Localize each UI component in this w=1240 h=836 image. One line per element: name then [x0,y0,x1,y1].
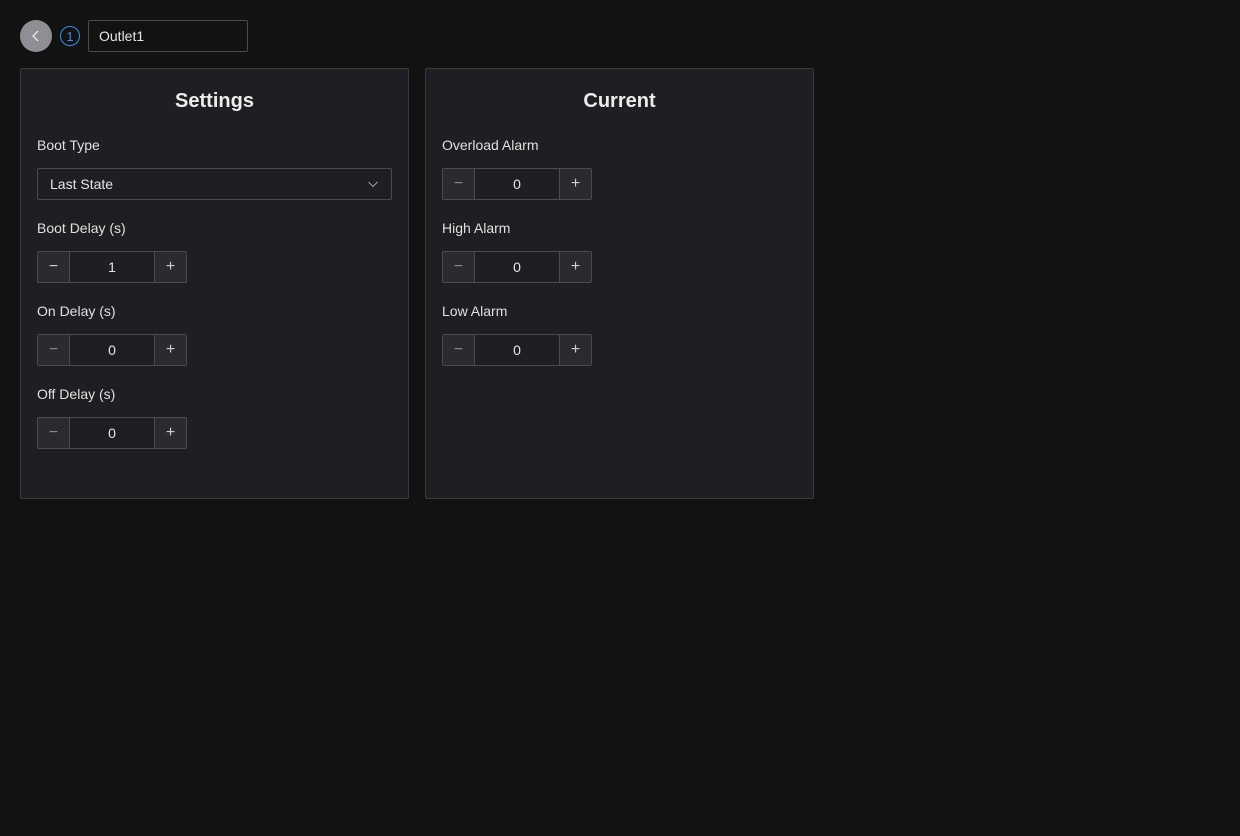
plus-icon: + [570,258,581,275]
overload-alarm-stepper: − 0 + [442,168,592,200]
plus-icon: + [165,258,176,275]
on-delay-stepper: − 0 + [37,334,187,366]
boot-delay-label: Boot Delay (s) [37,220,126,236]
settings-panel: Settings Boot Type Last State Boot Delay… [20,68,409,499]
low-alarm-decrement-button[interactable]: − [443,335,475,365]
outlet-index-badge: 1 [60,26,80,46]
low-alarm-increment-button[interactable]: + [559,335,591,365]
minus-icon: − [453,341,464,358]
plus-icon: + [570,175,581,192]
boot-type-value: Last State [50,176,114,192]
low-alarm-value[interactable]: 0 [475,335,559,365]
minus-icon: − [48,424,59,441]
overload-alarm-value[interactable]: 0 [475,169,559,199]
low-alarm-stepper: − 0 + [442,334,592,366]
on-delay-increment-button[interactable]: + [154,335,186,365]
boot-delay-increment-button[interactable]: + [154,252,186,282]
overload-alarm-decrement-button[interactable]: − [443,169,475,199]
current-title: Current [583,90,656,112]
high-alarm-decrement-button[interactable]: − [443,252,475,282]
plus-icon: + [570,341,581,358]
off-delay-label: Off Delay (s) [37,386,116,402]
off-delay-decrement-button[interactable]: − [38,418,70,448]
plus-icon: + [165,341,176,358]
settings-title: Settings [175,90,254,112]
high-alarm-value[interactable]: 0 [475,252,559,282]
low-alarm-label: Low Alarm [442,303,508,319]
on-delay-decrement-button[interactable]: − [38,335,70,365]
boot-type-select[interactable]: Last State [37,168,392,200]
boot-delay-value[interactable]: 1 [70,252,154,282]
minus-icon: − [48,258,59,275]
boot-type-label: Boot Type [37,137,100,153]
chevron-left-icon [32,30,39,42]
minus-icon: − [453,175,464,192]
off-delay-stepper: − 0 + [37,417,187,449]
boot-delay-decrement-button[interactable]: − [38,252,70,282]
high-alarm-increment-button[interactable]: + [559,252,591,282]
off-delay-value[interactable]: 0 [70,418,154,448]
minus-icon: − [48,341,59,358]
overload-alarm-increment-button[interactable]: + [559,169,591,199]
plus-icon: + [165,424,176,441]
minus-icon: − [453,258,464,275]
high-alarm-stepper: − 0 + [442,251,592,283]
high-alarm-label: High Alarm [442,220,511,236]
on-delay-value[interactable]: 0 [70,335,154,365]
current-panel: Current Overload Alarm − 0 + High Alarm … [425,68,814,499]
topbar: 1 [20,20,248,52]
overload-alarm-label: Overload Alarm [442,137,539,153]
on-delay-label: On Delay (s) [37,303,116,319]
outlet-name-input[interactable] [88,20,248,52]
boot-delay-stepper: − 1 + [37,251,187,283]
off-delay-increment-button[interactable]: + [154,418,186,448]
back-button[interactable] [20,20,52,52]
chevron-down-icon [368,181,378,188]
